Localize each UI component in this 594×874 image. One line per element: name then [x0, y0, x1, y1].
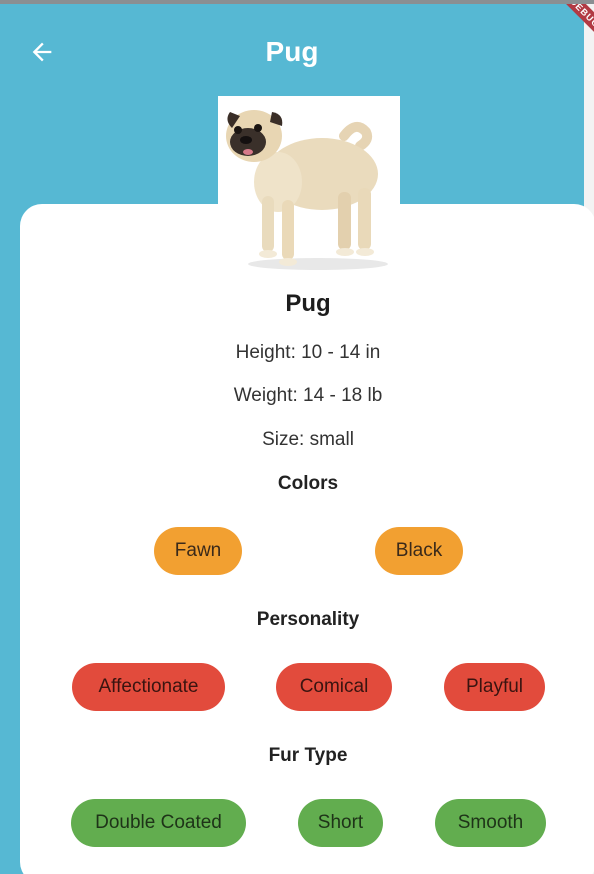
- breed-weight: Weight: 14 - 18 lb: [233, 385, 383, 406]
- chip-fawn[interactable]: Fawn: [154, 527, 242, 575]
- chip-short[interactable]: Short: [298, 799, 383, 847]
- fur-type-heading: Fur Type: [268, 745, 348, 766]
- chip-black[interactable]: Black: [375, 527, 463, 575]
- pug-photo: [218, 96, 400, 276]
- chip-comical[interactable]: Comical: [276, 663, 392, 711]
- breed-name: Pug: [285, 290, 331, 317]
- pug-illustration: [226, 110, 388, 270]
- chip-affectionate[interactable]: Affectionate: [72, 663, 225, 711]
- breed-size: Size: small: [262, 429, 354, 450]
- chip-playful[interactable]: Playful: [444, 663, 545, 711]
- colors-heading: Colors: [277, 473, 339, 494]
- chip-smooth[interactable]: Smooth: [435, 799, 546, 847]
- app-screen: DEBUG Pug Pug Height: 10 - 14 in Weight:…: [0, 0, 594, 874]
- app-bar: Pug: [0, 4, 584, 100]
- personality-heading: Personality: [256, 609, 360, 630]
- chip-double-coated[interactable]: Double Coated: [71, 799, 246, 847]
- breed-height: Height: 10 - 14 in: [235, 342, 381, 363]
- page-title: Pug: [265, 36, 319, 67]
